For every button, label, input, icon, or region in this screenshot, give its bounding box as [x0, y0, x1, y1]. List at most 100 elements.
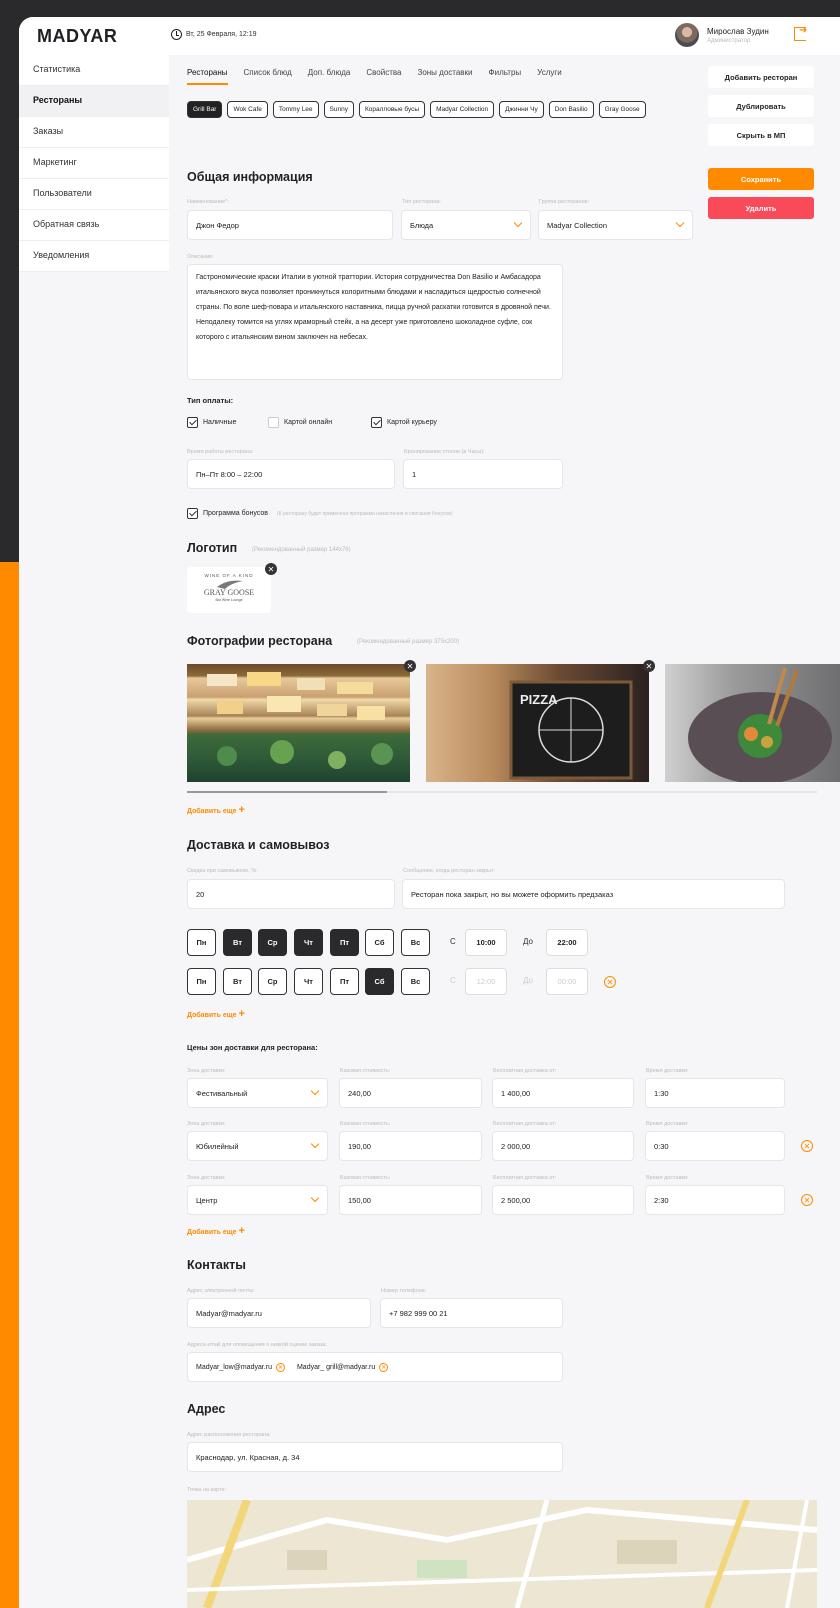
- restaurant-chip[interactable]: Grill Bar: [187, 101, 223, 118]
- bonus-hint: (К ресторану будет применена программа н…: [277, 510, 453, 517]
- discount-input[interactable]: 20: [187, 879, 395, 909]
- address-input[interactable]: Краснодар, ул. Красная, д. 34: [187, 1442, 563, 1472]
- day-button-sun[interactable]: Вс: [401, 929, 430, 956]
- day-button-thu[interactable]: Чт: [294, 929, 323, 956]
- day-button-fri[interactable]: Пт: [330, 968, 359, 995]
- email-tag-text: Madyar_low@madyar.ru: [196, 1363, 272, 1371]
- logo-hint: (Рекомендованный размер 144x76): [252, 547, 351, 553]
- day-button-sat[interactable]: Сб: [365, 968, 394, 995]
- add-zone-button[interactable]: Добавить еще +: [187, 1225, 245, 1237]
- hours-input[interactable]: Пн–Пт 8:00 – 22:00: [187, 459, 395, 489]
- hide-button[interactable]: Скрыть в МП: [708, 124, 814, 146]
- bonus-program[interactable]: Программа бонусов (К ресторану будет прим…: [187, 508, 453, 519]
- add-photo-button[interactable]: Добавить еще +: [187, 804, 245, 816]
- main-content: Рестораны Список блюд Доп. блюда Свойств…: [0, 0, 840, 1608]
- remove-zone-icon[interactable]: ✕: [801, 1140, 813, 1152]
- phone-label: Номер телефона:: [381, 1288, 427, 1294]
- day-button-mon[interactable]: Пн: [187, 968, 216, 995]
- name-input[interactable]: Джон Федор: [187, 210, 393, 240]
- free-delivery-input[interactable]: 2 500,00: [492, 1185, 634, 1215]
- checkbox-checked-icon[interactable]: [371, 417, 382, 428]
- closed-message-input[interactable]: Ресторан пока закрыт, но вы можете оформ…: [402, 879, 785, 909]
- checkbox-icon[interactable]: [268, 417, 279, 428]
- zone-select[interactable]: Центр: [187, 1185, 328, 1215]
- restaurant-chip[interactable]: Коралловые бусы: [358, 101, 426, 118]
- time-to-input[interactable]: 00:00: [546, 968, 588, 995]
- time-from-input[interactable]: 10:00: [465, 929, 507, 956]
- restaurant-chip[interactable]: Джинни Чу: [499, 101, 544, 118]
- tab-properties[interactable]: Свойства: [366, 68, 401, 85]
- remove-zone-icon[interactable]: ✕: [801, 1194, 813, 1206]
- restaurant-chip[interactable]: Don Basilio: [548, 101, 594, 118]
- restaurant-chip[interactable]: Wok Cafe: [227, 101, 268, 118]
- day-button-wed[interactable]: Ср: [258, 929, 287, 956]
- delivery-time-input[interactable]: 1:30: [645, 1078, 785, 1108]
- description-textarea[interactable]: Гастрономические краски Италии в уютной …: [187, 264, 563, 380]
- plus-icon: +: [238, 1225, 245, 1237]
- tab-services[interactable]: Услуги: [537, 68, 562, 85]
- delivery-time-input[interactable]: 0:30: [645, 1131, 785, 1161]
- time-from-input[interactable]: 12:00: [465, 968, 507, 995]
- day-button-tue[interactable]: Вт: [223, 968, 252, 995]
- from-label: С: [450, 937, 456, 946]
- add-restaurant-button[interactable]: Добавить ресторан: [708, 66, 814, 88]
- notify-emails-field[interactable]: Madyar_low@madyar.ru ✕ Madyar_ grill@mady…: [187, 1352, 563, 1382]
- day-button-fri[interactable]: Пт: [330, 929, 359, 956]
- duplicate-button[interactable]: Дублировать: [708, 95, 814, 117]
- free-delivery-input[interactable]: 1 400,00: [492, 1078, 634, 1108]
- address-title: Адрес: [187, 1402, 226, 1416]
- photos-scrollbar[interactable]: [187, 791, 817, 793]
- payment-title: Тип оплаты:: [187, 396, 234, 405]
- remove-photo-icon[interactable]: ✕: [404, 660, 416, 672]
- remove-email-icon[interactable]: ✕: [379, 1362, 389, 1372]
- free-label: Бесплатная доставка от:: [493, 1068, 557, 1074]
- free-delivery-input[interactable]: 2 000,00: [492, 1131, 634, 1161]
- day-button-thu[interactable]: Чт: [294, 968, 323, 995]
- group-select[interactable]: Madyar Collection: [538, 210, 693, 240]
- add-more-label: Добавить еще: [187, 1012, 237, 1019]
- day-button-sat[interactable]: Сб: [365, 929, 394, 956]
- remove-schedule-icon[interactable]: ✕: [604, 976, 616, 988]
- zone-select[interactable]: Юбилейный: [187, 1131, 328, 1161]
- restaurant-chip[interactable]: Gray Goose: [598, 101, 646, 118]
- zone-select[interactable]: Фестивальный: [187, 1078, 328, 1108]
- logo-text-sub: Bar Wine Lounge: [215, 598, 243, 602]
- booking-input[interactable]: 1: [403, 459, 563, 489]
- add-schedule-button[interactable]: Добавить еще +: [187, 1008, 245, 1020]
- base-price-input[interactable]: 150,00: [339, 1185, 482, 1215]
- map[interactable]: [187, 1500, 817, 1608]
- save-button[interactable]: Сохранить: [708, 168, 814, 190]
- delete-button[interactable]: Удалить: [708, 197, 814, 219]
- day-button-mon[interactable]: Пн: [187, 929, 216, 956]
- phone-input[interactable]: +7 982 999 00 21: [380, 1298, 563, 1328]
- restaurant-photo: PIZZA: [426, 664, 649, 782]
- day-button-tue[interactable]: Вт: [223, 929, 252, 956]
- scrollbar-thumb[interactable]: [187, 791, 387, 793]
- payment-cash[interactable]: Наличные: [187, 417, 236, 428]
- base-price-input[interactable]: 240,00: [339, 1078, 482, 1108]
- base-label: Базовая стоимость:: [340, 1175, 391, 1181]
- checkbox-checked-icon[interactable]: [187, 508, 198, 519]
- email-input[interactable]: Madyar@madyar.ru: [187, 1298, 371, 1328]
- remove-photo-icon[interactable]: ✕: [643, 660, 655, 672]
- tab-filters[interactable]: Фильтры: [489, 68, 522, 85]
- restaurant-chip[interactable]: Sunny: [323, 101, 354, 118]
- remove-email-icon[interactable]: ✕: [275, 1362, 285, 1372]
- type-select[interactable]: Блюда: [401, 210, 531, 240]
- time-to-input[interactable]: 22:00: [546, 929, 588, 956]
- remove-logo-icon[interactable]: ✕: [265, 563, 277, 575]
- tab-extra-dishes[interactable]: Доп. блюда: [308, 68, 351, 85]
- payment-card-courier[interactable]: Картой курьеру: [371, 417, 437, 428]
- payment-card-online[interactable]: Картой онлайн: [268, 417, 332, 428]
- tab-restaurants[interactable]: Рестораны: [187, 68, 228, 85]
- day-button-wed[interactable]: Ср: [258, 968, 287, 995]
- delivery-time-input[interactable]: 2:30: [645, 1185, 785, 1215]
- notify-label: Адреса email для оповещения о низкой оце…: [187, 1342, 327, 1348]
- base-price-input[interactable]: 190,00: [339, 1131, 482, 1161]
- restaurant-chip[interactable]: Madyar Collection: [430, 101, 495, 118]
- day-button-sun[interactable]: Вс: [401, 968, 430, 995]
- restaurant-chip[interactable]: Tommy Lee: [272, 101, 319, 118]
- tab-dishes[interactable]: Список блюд: [244, 68, 292, 85]
- checkbox-checked-icon[interactable]: [187, 417, 198, 428]
- tab-delivery-zones[interactable]: Зоны доставки: [417, 68, 472, 85]
